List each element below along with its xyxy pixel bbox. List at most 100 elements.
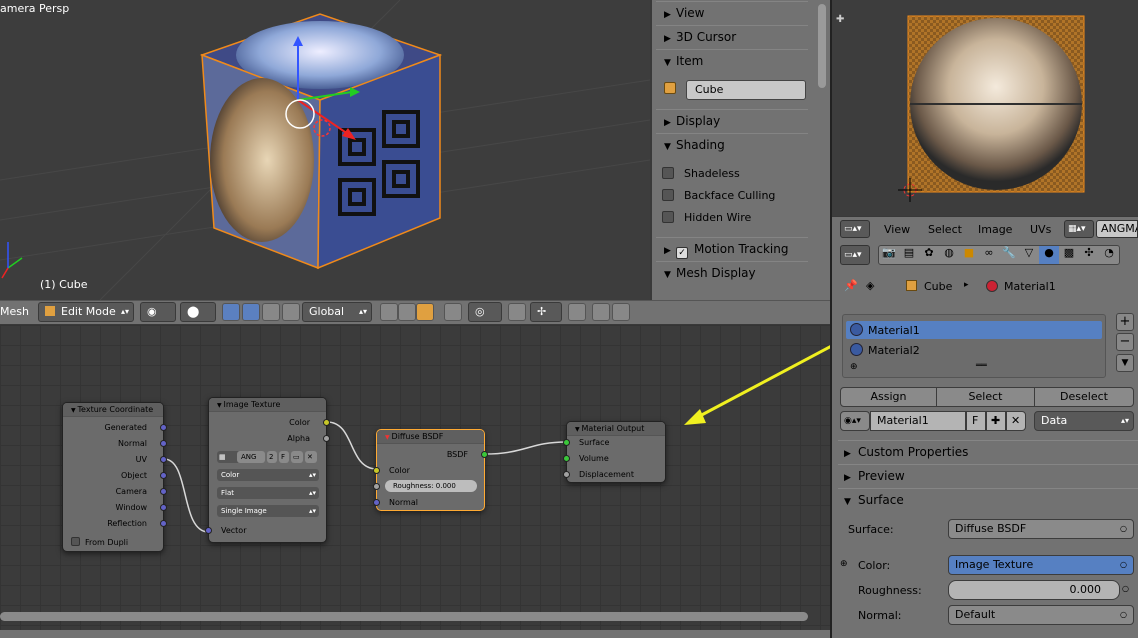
new-material-icon[interactable]: ✚ [986,411,1006,431]
output-socket[interactable] [160,424,167,431]
render-animation-icon[interactable] [612,303,630,321]
limit-selection-icon[interactable] [444,303,462,321]
snap-toggle-icon[interactable] [508,303,526,321]
scene-tab-icon[interactable]: ✿ [919,246,939,264]
constraints-tab-icon[interactable]: ∞ [979,246,999,264]
node-editor-scrollbar[interactable] [0,612,808,621]
render-tab-icon[interactable]: 📷 [879,246,899,264]
socket-link-icon[interactable]: ○ [1122,584,1129,593]
panel-surface[interactable]: ▼ Surface [838,488,1138,510]
roughness-slider[interactable]: 0.000 [948,580,1120,600]
surface-shader-select[interactable]: Diffuse BSDF ○ [948,519,1134,539]
texture-tab-icon[interactable]: ▩ [1059,246,1079,264]
panel-shading[interactable]: ▼ Shading [656,133,808,155]
panel-motion-tracking[interactable]: ▶ ✓ Motion Tracking [656,237,808,259]
editor-type-icon[interactable]: ▭▴▾ [840,220,870,238]
close-icon[interactable]: ✕ [305,451,317,463]
input-socket[interactable] [373,483,380,490]
output-socket[interactable] [160,504,167,511]
editor-type-icon[interactable]: ▭▴▾ [840,245,870,265]
output-socket[interactable] [323,435,330,442]
list-filter-icon[interactable]: ⊕ [850,362,858,372]
panel-mesh-display[interactable]: ▼ Mesh Display [656,261,808,283]
assign-button[interactable]: Assign [840,387,937,407]
select-button[interactable]: Select [936,387,1035,407]
particles-tab-icon[interactable]: ✣ [1079,246,1099,264]
image-texture-node[interactable]: ▼ Image Texture Color Alpha ▦ ANG 2 F ▭ … [205,397,330,543]
fake-user-button[interactable]: F [966,411,986,431]
output-socket[interactable] [160,472,167,479]
output-socket[interactable] [481,451,488,458]
output-socket[interactable] [160,440,167,447]
add-slot-button[interactable]: + [1116,313,1134,331]
open-folder-icon[interactable]: ▭ [291,451,303,463]
item-name-field[interactable]: Cube [686,80,806,100]
projection-select[interactable]: Flat ▴▾ [217,487,319,499]
panel-3d-cursor[interactable]: ▶ 3D Cursor [656,25,808,47]
normal-input-select[interactable]: Default ○ [948,605,1134,625]
material-tab-icon[interactable]: ● [1039,246,1059,264]
2d-cursor-icon[interactable] [898,178,922,202]
menu-image[interactable]: Image [978,223,1012,236]
panel-display[interactable]: ▶ Display [656,109,808,131]
pivot-select[interactable]: ⬤ [180,302,216,322]
snap-element-select[interactable]: ✢ [530,302,562,322]
pin-icon[interactable]: 📌 [844,279,858,292]
input-socket[interactable] [373,499,380,506]
3d-viewport[interactable]: amera Persp (1) Cube [0,0,650,300]
world-tab-icon[interactable]: ◍ [939,246,959,264]
vertex-select-icon[interactable] [380,303,398,321]
shadeless-checkbox[interactable]: Shadeless [662,167,740,180]
node-editor[interactable]: ▼ Texture Coordinate Generated Normal UV… [0,325,830,638]
roughness-slider[interactable]: Roughness: 0.000 [385,480,477,492]
image-users-count[interactable]: 2 [267,451,277,463]
color-space-select[interactable]: Color ▴▾ [217,469,319,481]
unlink-material-icon[interactable]: ✕ [1006,411,1026,431]
output-socket[interactable] [160,488,167,495]
mode-select[interactable]: Edit Mode ▴▾ [38,302,134,322]
backface-culling-checkbox[interactable]: Backface Culling [662,189,775,202]
plus-icon[interactable]: ✚ [836,14,844,25]
panel-item[interactable]: ▼ Item [656,49,808,71]
modifiers-tab-icon[interactable]: 🔧 [999,246,1019,264]
slot-menu-icon[interactable]: ▼ [1116,354,1134,372]
uv-sync-icon[interactable] [568,303,586,321]
physics-tab-icon[interactable]: ◔ [1099,246,1119,264]
diffuse-bsdf-node[interactable]: ▼ Diffuse BSDF BSDF Color Roughness: 0.0… [373,429,488,511]
material-output-node[interactable]: ▼ Material Output Surface Volume Displac… [563,421,666,483]
menu-uvs[interactable]: UVs [1030,223,1051,236]
output-socket[interactable] [160,456,167,463]
menu-view[interactable]: View [884,223,910,236]
proportional-edit-select[interactable]: ◎ [468,302,502,322]
input-socket[interactable] [563,471,570,478]
expand-icon[interactable]: ⊕ [840,559,848,569]
output-socket[interactable] [323,419,330,426]
color-input-select[interactable]: Image Texture ○ [948,555,1134,575]
scale-icon[interactable] [282,303,300,321]
input-socket[interactable] [563,455,570,462]
panel-custom-properties[interactable]: ▶ Custom Properties [838,440,1138,462]
render-icon[interactable] [592,303,610,321]
from-dupli-checkbox[interactable]: From Dupli [71,537,128,547]
cube-render[interactable] [0,0,650,300]
input-socket[interactable] [563,439,570,446]
panel-preview[interactable]: ▶ Preview [838,464,1138,486]
list-resize-grip-icon[interactable]: ══ [976,361,987,371]
material-browse-icon[interactable]: ◉▴▾ [840,411,870,431]
render-layers-tab-icon[interactable]: ▤ [899,246,919,264]
remove-slot-button[interactable]: − [1116,333,1134,351]
deselect-button[interactable]: Deselect [1034,387,1134,407]
material-name-field[interactable]: Material1 [870,411,966,431]
fake-user-button[interactable]: F [279,451,289,463]
face-select-icon[interactable] [416,303,434,321]
panel-view[interactable]: ▶ View [656,1,808,23]
translate-icon[interactable] [242,303,260,321]
orientation-select[interactable]: Global ▴▾ [302,302,372,322]
texture-coordinate-node[interactable]: ▼ Texture Coordinate Generated Normal UV… [62,402,167,552]
material-slot-name[interactable]: Material2 [868,344,920,357]
image-name-field[interactable]: ANG [237,451,265,463]
rotate-icon[interactable] [262,303,280,321]
mesh-menu[interactable]: Mesh [0,305,29,318]
manipulator-icon[interactable] [222,303,240,321]
input-socket[interactable] [373,467,380,474]
